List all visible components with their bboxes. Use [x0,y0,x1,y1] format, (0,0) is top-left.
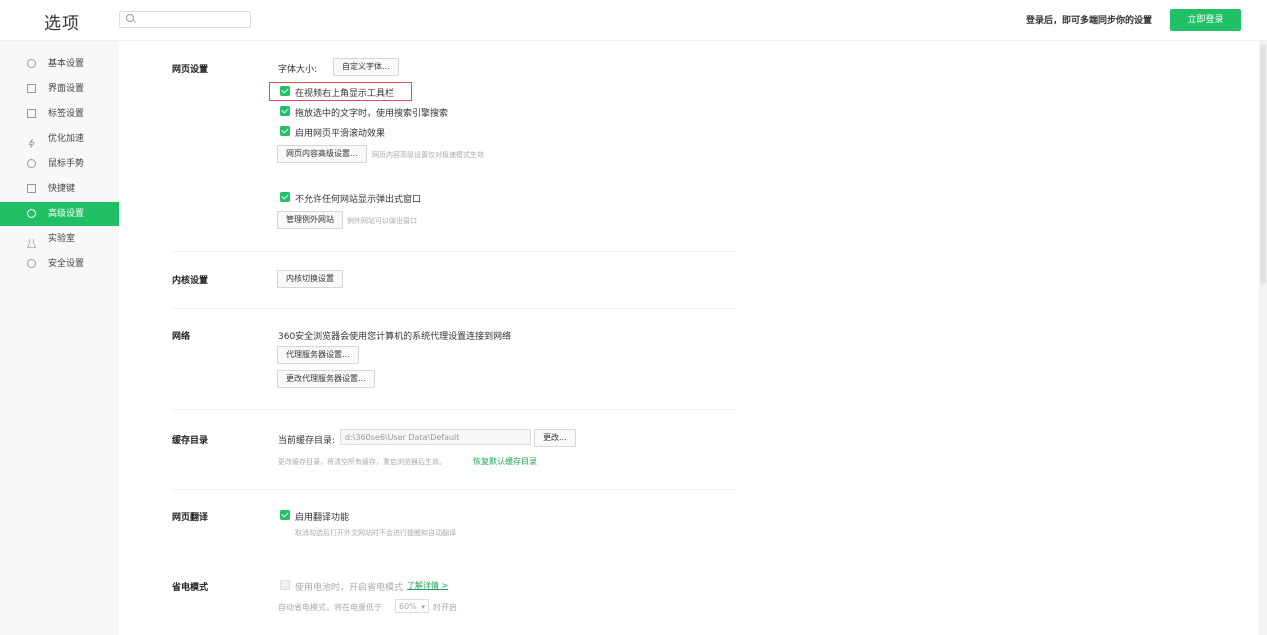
video-toolbar-label: 在视频右上角显示工具栏 [295,89,395,99]
change-proxy-button[interactable]: 更改代理服务器设置... [277,370,375,388]
settings-content: 网页设置 字体大小: 自定义字体... 在视频右上角显示工具栏 拖放选中的文字时… [119,41,1259,635]
advanced-content-hint: 网页内容高级设置仅对极速模式生效 [372,151,484,159]
chevron-down-icon: ▾ [421,603,425,611]
divider [172,489,737,490]
header: 选项 登录后，即可多端同步你的设置 立即登录 [0,0,1267,41]
sidebar-item-label: 安全设置 [48,259,85,269]
mouse-icon [27,159,36,168]
sidebar-item-lab[interactable]: 实验室 [0,227,119,251]
tab-icon [27,109,36,118]
sidebar-item-optimize[interactable]: 优化加速 [0,127,119,151]
custom-font-button[interactable]: 自定义字体... [333,58,399,76]
sidebar-item-tabs[interactable]: 标签设置 [0,102,119,126]
flask-icon [26,234,37,248]
power-threshold-value: 60% [399,602,417,611]
cache-current-label: 当前缓存目录: [278,436,336,446]
power-auto-suffix: 时开启 [433,603,457,612]
sidebar-item-mouse-gestures[interactable]: 鼠标手势 [0,152,119,176]
scrollbar-thumb[interactable] [1260,44,1266,284]
window-icon [27,84,36,93]
search-icon [126,14,134,22]
sidebar-item-basic[interactable]: 基本设置 [0,52,119,76]
login-hint: 登录后，即可多端同步你的设置 [1026,16,1153,26]
translate-hint: 取消勾选后打开外文网站时不会进行提醒和自动翻译 [295,529,456,537]
cache-change-button[interactable]: 更改... [534,429,576,447]
sidebar-item-label: 界面设置 [48,84,85,94]
divider [172,251,737,252]
battery-saver-label: 使用电池时，开启省电模式 [295,583,404,593]
sidebar-item-interface[interactable]: 界面设置 [0,77,119,101]
manage-exceptions-button[interactable]: 管理例外网站 [277,211,343,229]
drag-search-label: 拖放选中的文字时，使用搜索引擎搜索 [295,109,449,119]
section-title-network: 网络 [172,332,191,342]
sidebar-item-security[interactable]: 安全设置 [0,252,119,276]
smooth-scroll-checkbox[interactable] [280,126,290,136]
advanced-content-button[interactable]: 网页内容高级设置... [277,145,367,163]
sidebar-item-label: 快捷键 [48,184,76,194]
section-title-power: 省电模式 [172,583,209,593]
font-size-label: 字体大小: [278,65,318,75]
section-title-cache: 缓存目录 [172,436,209,446]
manage-exceptions-hint: 例外网站可以弹出窗口 [347,217,417,225]
section-title-webpage: 网页设置 [172,65,209,75]
lightning-icon [27,134,36,149]
shield-icon [27,259,36,268]
restore-cache-link[interactable]: 恢复默认缓存目录 [473,456,537,467]
search-input[interactable] [119,11,251,28]
translate-checkbox[interactable] [280,510,290,520]
battery-saver-checkbox[interactable] [280,580,290,590]
video-toolbar-checkbox[interactable] [280,86,290,96]
sidebar-item-label: 实验室 [48,234,76,244]
power-auto-prefix: 自动省电模式，将在电量低于 [278,603,382,612]
keyboard-icon [27,184,36,193]
power-threshold-select[interactable]: 60% ▾ [395,599,429,613]
sidebar-item-label: 优化加速 [48,134,85,144]
sidebar-item-label: 鼠标手势 [48,159,85,169]
advanced-icon [27,209,36,218]
power-detail-link[interactable]: 了解详情 > [407,580,448,591]
sidebar-item-label: 标签设置 [48,109,85,119]
section-title-translate: 网页翻译 [172,513,209,523]
sidebar-item-advanced[interactable]: 高级设置 [0,202,119,226]
network-description: 360安全浏览器会使用您计算机的系统代理设置连接到网络 [278,332,512,342]
gear-icon [27,59,36,68]
sidebar: 基本设置 界面设置 标签设置 优化加速 鼠标手势 快捷键 高级设置 实验室 安全… [0,41,119,635]
login-button[interactable]: 立即登录 [1170,9,1241,31]
cache-hint: 更改缓存目录，将清空所有缓存，重启浏览器后生效。 [278,458,446,466]
kernel-switch-button[interactable]: 内核切换设置 [277,270,343,288]
section-title-kernel: 内核设置 [172,276,209,286]
page-title: 选项 [44,14,80,34]
divider [172,409,737,410]
divider [172,308,737,309]
no-popups-checkbox[interactable] [280,192,290,202]
no-popups-label: 不允许任何网站显示弹出式窗口 [295,195,422,205]
translate-label: 启用翻译功能 [295,513,350,523]
drag-search-checkbox[interactable] [280,106,290,116]
sidebar-item-label: 基本设置 [48,59,85,69]
sidebar-item-label: 高级设置 [48,209,85,219]
cache-path-field[interactable]: d:\360se6\User Data\Default [340,429,531,445]
smooth-scroll-label: 启用网页平滑滚动效果 [295,129,386,139]
sidebar-item-shortcuts[interactable]: 快捷键 [0,177,119,201]
proxy-settings-button[interactable]: 代理服务器设置... [277,346,359,364]
